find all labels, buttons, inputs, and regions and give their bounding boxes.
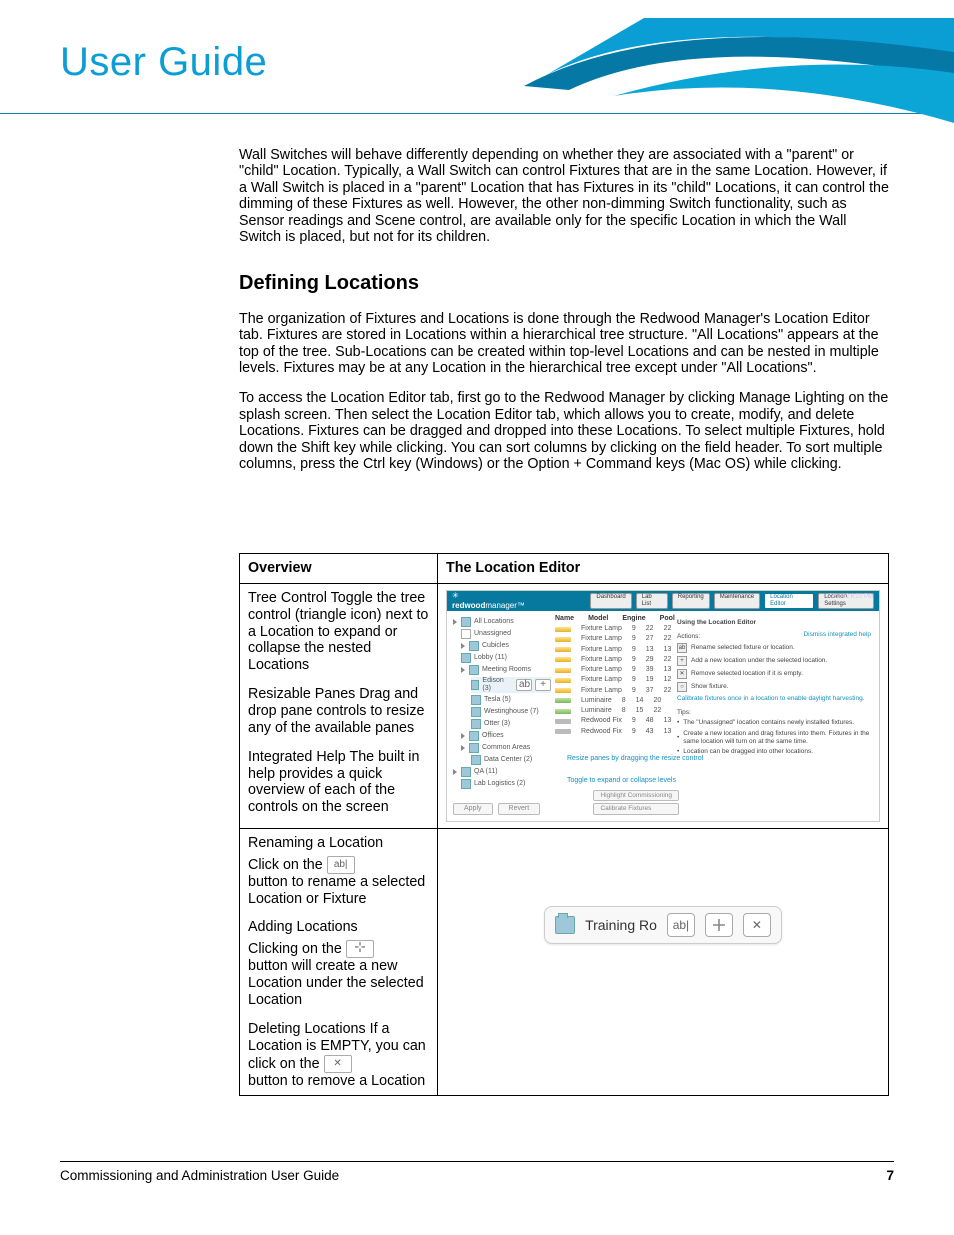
rename-location-title: Renaming a Location: [248, 835, 429, 852]
cell-overview-1: Tree Control Toggle the tree control (tr…: [240, 583, 438, 828]
footer-title: Commissioning and Administration User Gu…: [60, 1168, 339, 1183]
highlight-commissioning-button[interactable]: Highlight Commissioning: [593, 790, 679, 802]
th-overview: Overview: [240, 554, 438, 584]
cell-editor-2: Training Ro ab| ✕: [438, 828, 889, 1096]
tab-maintenance[interactable]: Maintenance: [714, 593, 760, 609]
folder-icon: [555, 916, 575, 934]
tab-dashboard[interactable]: Dashboard: [590, 593, 631, 609]
section-p1: The organization of Fixtures and Locatio…: [239, 311, 889, 377]
add-button[interactable]: [705, 913, 733, 937]
tree-control-title: Tree Control: [248, 590, 327, 606]
rename-button[interactable]: ab|: [667, 913, 695, 937]
calibrate-fixtures-button[interactable]: Calibrate Fixtures: [593, 803, 679, 815]
integrated-help-title: Integrated Help: [248, 749, 346, 765]
add-icon: +: [677, 656, 687, 666]
toggle-hint: Toggle to expand or collapse levels: [567, 777, 676, 785]
body-text: Wall Switches will behave differently de…: [239, 147, 889, 487]
add-location-title: Adding Locations: [248, 919, 429, 936]
cell-editor-1: ✳ redwoodmanager™ Dashboard Lab List Rep…: [438, 583, 889, 828]
tab-lablist[interactable]: Lab List: [636, 593, 668, 609]
page-number: 7: [886, 1168, 894, 1183]
delete-location-title: Deleting Locations: [248, 1021, 366, 1037]
section-p2: To access the Location Editor tab, first…: [239, 390, 889, 472]
rename-line1: Click on the: [248, 857, 323, 873]
location-node-screenshot: Training Ro ab| ✕: [446, 835, 880, 1015]
section-heading: Defining Locations: [239, 272, 889, 295]
resize-hint: Resize panes by dragging the resize cont…: [567, 755, 703, 763]
app-brand: ✳ redwoodmanager™: [452, 591, 532, 610]
apply-button[interactable]: Apply: [453, 803, 493, 815]
doc-title: User Guide: [60, 40, 267, 85]
integrated-help-panel: Using the Location Editor Dismiss integr…: [677, 619, 873, 759]
location-editor-screenshot: ✳ redwoodmanager™ Dashboard Lab List Rep…: [446, 590, 880, 822]
show-icon: ○: [677, 682, 687, 692]
intro-paragraph: Wall Switches will behave differently de…: [239, 147, 889, 246]
node-name: Training Ro: [585, 917, 657, 934]
rename-icon: ab: [677, 643, 687, 653]
tab-reporting[interactable]: Reporting: [672, 593, 710, 609]
rename-line2: button to rename a selected Location or …: [248, 874, 429, 908]
fixture-grid[interactable]: NameModelEnginePool Fixture Lamp92222 Fi…: [555, 615, 673, 736]
add-line2: button will create a new Location under …: [248, 958, 429, 1009]
app-timestamp: 7/13/12 8:22 PM: [829, 594, 873, 601]
resizable-panes-title: Resizable Panes: [248, 686, 355, 702]
add-line1: Clicking on the: [248, 941, 342, 957]
tab-location-editor[interactable]: Location Editor: [764, 593, 814, 609]
delete-icon: ✕: [324, 1055, 352, 1073]
header-swoosh-graphic: [524, 18, 954, 123]
rename-icon: ab|: [327, 856, 355, 874]
revert-button[interactable]: Revert: [498, 803, 541, 815]
page-footer: Commissioning and Administration User Gu…: [60, 1161, 894, 1183]
cell-overview-2: Renaming a Location Click on the ab| but…: [240, 828, 438, 1096]
th-editor: The Location Editor: [438, 554, 889, 584]
overview-editor-table: Overview The Location Editor Tree Contro…: [239, 553, 889, 1096]
dismiss-help-link[interactable]: Dismiss integrated help: [803, 631, 871, 639]
delete-line2: button to remove a Location: [248, 1073, 429, 1090]
page-header: User Guide: [0, 18, 954, 114]
location-tree[interactable]: All Locations Unassigned Cubicles Lobby …: [451, 615, 551, 792]
add-icon: [346, 940, 374, 958]
delete-button[interactable]: ✕: [743, 913, 771, 937]
delete-icon: ✕: [677, 669, 687, 679]
